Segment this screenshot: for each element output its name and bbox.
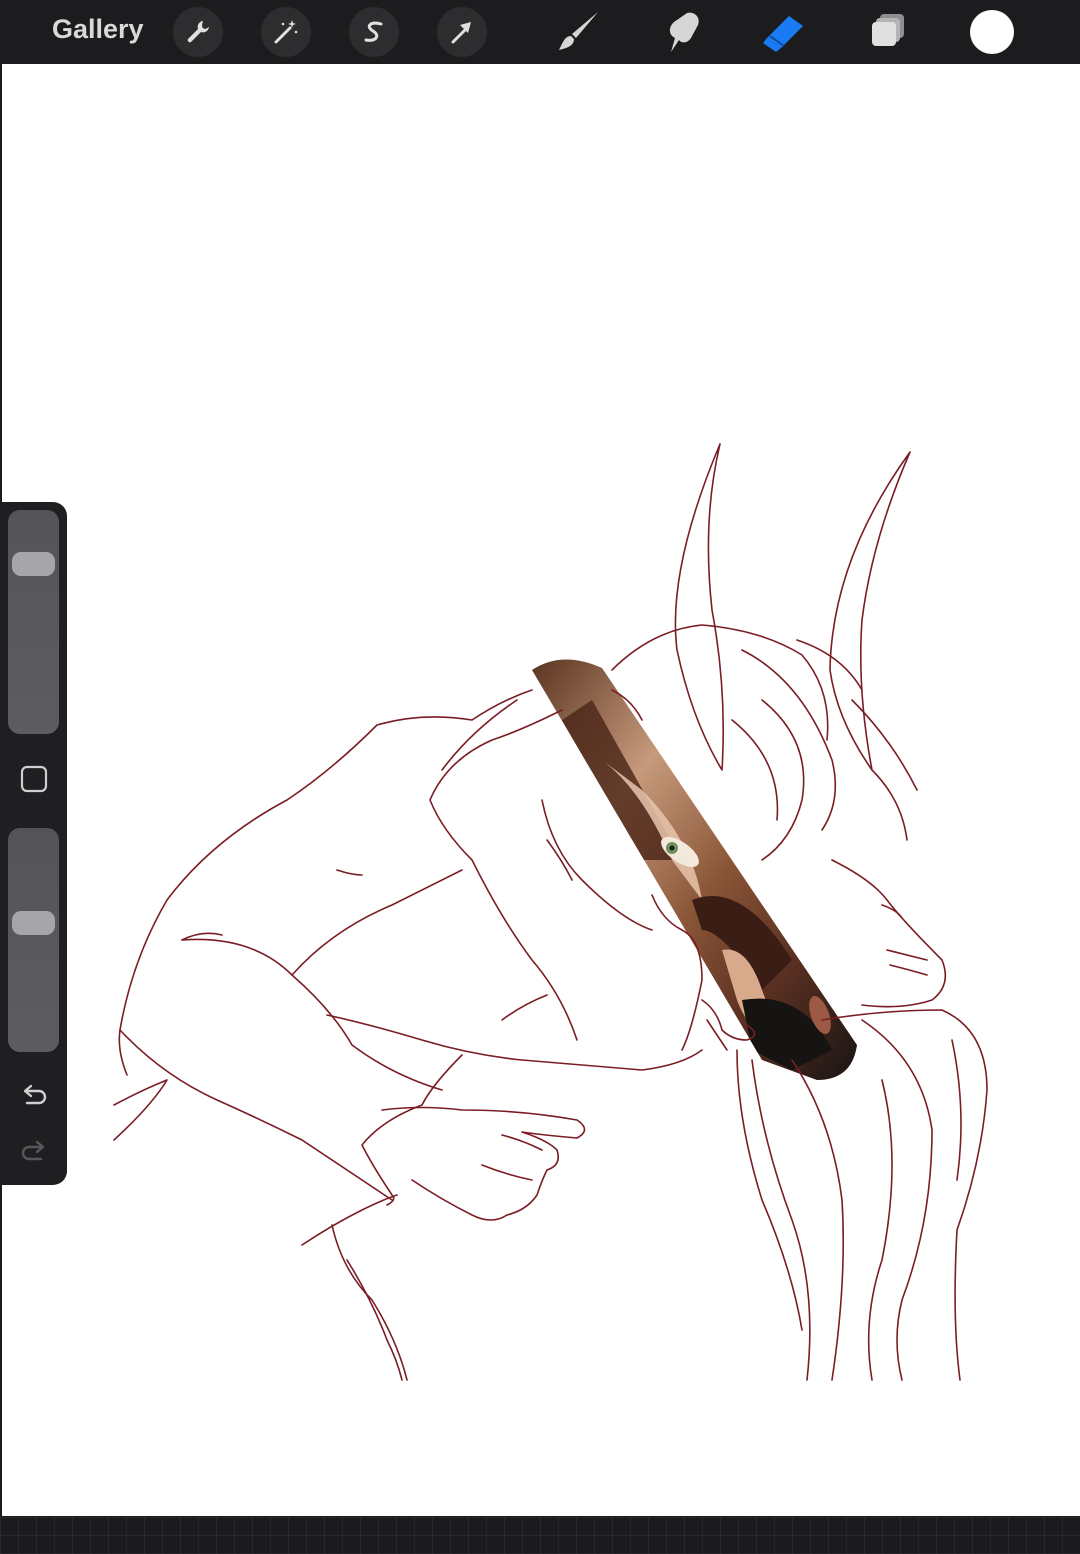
opacity-thumb[interactable] (12, 911, 55, 936)
layers-icon (872, 14, 904, 46)
canvas-artwork (113, 443, 988, 1381)
brush-size-thumb[interactable] (12, 552, 55, 577)
left-sidebar (0, 502, 67, 1185)
modify-square-icon (20, 765, 48, 793)
transform-button[interactable] (437, 7, 487, 57)
magic-wand-icon (274, 20, 298, 44)
drawing-canvas[interactable] (2, 64, 1080, 1516)
lineart-layer (113, 443, 988, 1381)
redo-icon (21, 1140, 45, 1161)
colored-paint-stroke (532, 659, 857, 1080)
color-picker-swatch[interactable] (970, 10, 1014, 54)
smudge-icon (669, 12, 699, 53)
opacity-slider[interactable] (8, 828, 59, 1052)
brush-icon (559, 12, 598, 50)
selection-button[interactable] (349, 7, 399, 57)
undo-icon (23, 1084, 47, 1105)
layers-tool[interactable] (862, 6, 914, 58)
actions-wrench-button[interactable] (173, 7, 223, 57)
eraser-tool[interactable] (758, 6, 810, 58)
top-toolbar: Gallery (0, 0, 1080, 63)
transform-arrow-icon (451, 22, 471, 44)
modify-button[interactable] (15, 760, 53, 798)
adjustments-button[interactable] (261, 7, 311, 57)
brush-size-slider[interactable] (8, 510, 59, 734)
undo-button[interactable] (15, 1076, 53, 1114)
redo-button[interactable] (15, 1132, 53, 1170)
eraser-icon (763, 16, 803, 52)
smudge-tool[interactable] (655, 6, 707, 58)
gallery-button[interactable]: Gallery (52, 14, 144, 45)
brush-tool[interactable] (552, 6, 604, 58)
selection-s-icon (364, 21, 383, 42)
bottom-grid-bar (0, 1517, 1080, 1554)
wrench-icon (187, 21, 209, 43)
